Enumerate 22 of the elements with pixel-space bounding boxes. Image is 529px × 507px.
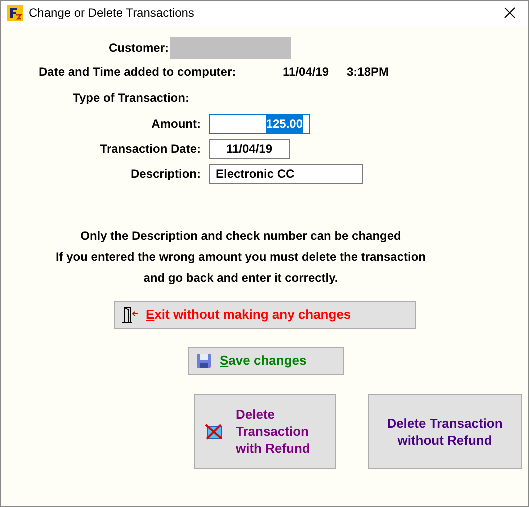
window-title: Change or Delete Transactions: [29, 5, 194, 22]
notice-text: Only the Description and check number can be changed: [80, 228, 402, 245]
notice-text: If you entered the wrong amount you must delete the transaction: [56, 249, 426, 266]
app-logo-icon: [7, 5, 23, 21]
field-label: Description:: [130, 166, 202, 183]
input-field[interactable]: 11/04/19: [209, 139, 290, 159]
type-label: Type of Transaction:: [73, 90, 190, 107]
field-label: Transaction Date:: [99, 141, 202, 158]
input-field[interactable]: Electronic CC: [209, 164, 363, 184]
close-icon[interactable]: [504, 7, 516, 19]
added-date: 11/04/19: [283, 64, 330, 81]
action-button[interactable]: Delete Transaction with Refund: [194, 394, 336, 469]
input-field[interactable]: 125.00: [209, 114, 310, 134]
door-exit-icon: [120, 306, 140, 324]
added-time: 3:18PM: [347, 64, 390, 81]
crossed-screen-icon: [204, 422, 224, 440]
field-label: Amount:: [150, 116, 202, 133]
customer-label: Customer:: [108, 40, 169, 57]
added-label: Date and Time added to computer:: [39, 64, 238, 81]
action-button[interactable]: Save changes: [188, 347, 344, 375]
notice-text: and go back and enter it correctly.: [144, 270, 338, 287]
action-button[interactable]: Delete Transaction without Refund: [368, 394, 522, 469]
